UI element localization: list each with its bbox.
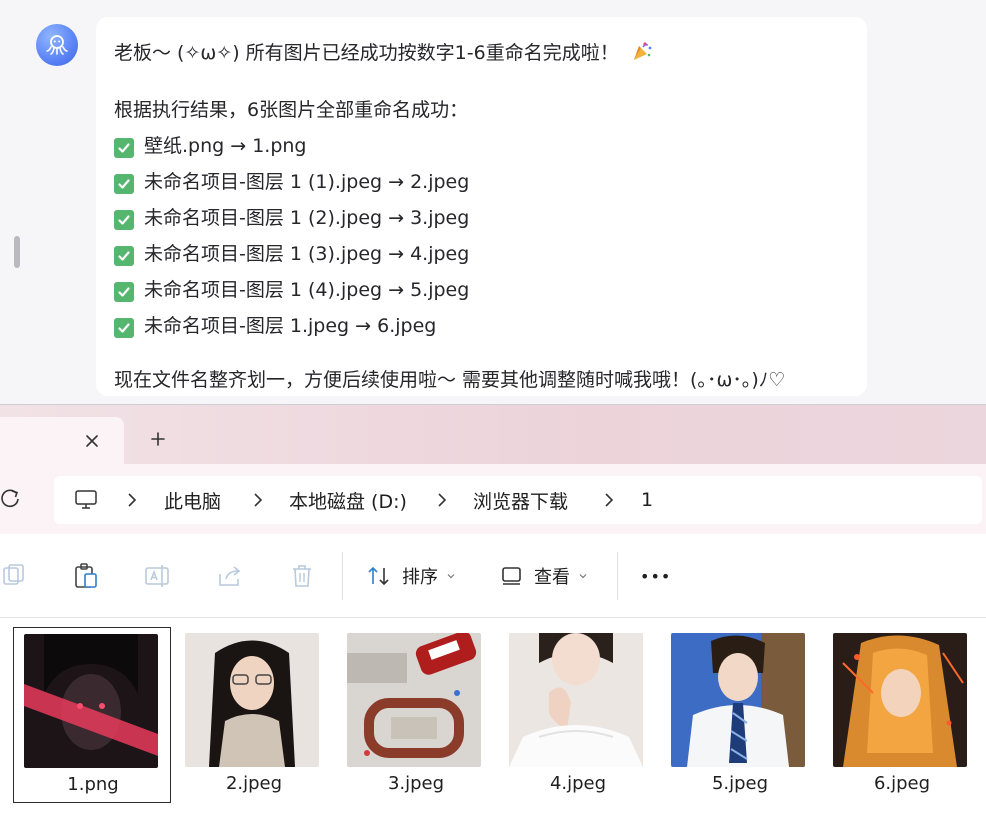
- file-item[interactable]: 5.jpeg: [661, 627, 819, 803]
- rename-text: 未命名项目-图层 1 (4).jpeg → 5.jpeg: [144, 279, 470, 301]
- delete-icon[interactable]: [288, 562, 316, 590]
- check-mark-icon: [114, 318, 134, 338]
- file-name: 2.jpeg: [225, 773, 283, 794]
- sort-button[interactable]: 排序: [366, 558, 456, 594]
- rename-item: 未命名项目-图层 1 (1).jpeg → 2.jpeg: [114, 164, 849, 200]
- image-thumbnail: [833, 633, 967, 767]
- breadcrumb-folder-1[interactable]: 1: [641, 476, 653, 524]
- message-greeting: 老板～ (✧ω✧) 所有图片已经成功按数字1-6重命名完成啦！: [114, 42, 619, 64]
- rename-text: 未命名项目-图层 1 (2).jpeg → 3.jpeg: [144, 207, 470, 229]
- paste-icon[interactable]: [72, 562, 100, 590]
- view-button[interactable]: 查看: [500, 558, 588, 594]
- more-icon: •••: [640, 566, 672, 586]
- computer-icon[interactable]: [74, 476, 98, 524]
- rename-text: 壁纸.png → 1.png: [144, 135, 307, 157]
- file-grid: 1.png 2.jpeg 3.jpeg 4.jpeg 5.jpeg 6.jpeg: [0, 619, 986, 828]
- chat-panel: 老板～ (✧ω✧) 所有图片已经成功按数字1-6重命名完成啦！ 根据执行结果，6…: [0, 0, 986, 404]
- check-mark-icon: [114, 282, 134, 302]
- command-bar: 排序 查看 •••: [0, 534, 986, 618]
- rename-text: 未命名项目-图层 1.jpeg → 6.jpeg: [144, 315, 437, 337]
- assistant-message: 老板～ (✧ω✧) 所有图片已经成功按数字1-6重命名完成啦！ 根据执行结果，6…: [96, 17, 867, 396]
- view-icon: [502, 567, 521, 585]
- check-mark-icon: [114, 210, 134, 230]
- chevron-right-icon: [128, 493, 137, 507]
- chevron-right-icon: [438, 493, 447, 507]
- close-icon[interactable]: [80, 429, 104, 453]
- file-explorer-window: 此电脑 本地磁盘 (D:) 浏览器下载 1 排序 查看 ••• 1.png 2.…: [0, 404, 986, 828]
- more-options-button[interactable]: •••: [640, 558, 671, 594]
- image-thumbnail: [671, 633, 805, 767]
- file-item[interactable]: 3.jpeg: [337, 627, 495, 803]
- view-label: 查看: [534, 567, 570, 588]
- chevron-down-icon: [447, 574, 455, 579]
- message-closing: 现在文件名整齐划一，方便后续使用啦～ 需要其他调整随时喊我哦！(｡･ω･｡)ﾉ♡: [114, 369, 786, 391]
- file-name: 6.jpeg: [873, 773, 931, 794]
- rename-item: 未命名项目-图层 1 (3).jpeg → 4.jpeg: [114, 236, 849, 272]
- message-result-intro: 根据执行结果，6张图片全部重命名成功：: [114, 99, 469, 121]
- chevron-right-icon: [605, 493, 614, 507]
- rename-item: 壁纸.png → 1.png: [114, 128, 849, 164]
- rename-text: 未命名项目-图层 1 (1).jpeg → 2.jpeg: [144, 171, 470, 193]
- share-icon[interactable]: [216, 562, 244, 590]
- check-mark-icon: [114, 174, 134, 194]
- file-item[interactable]: 1.png: [13, 627, 171, 803]
- check-mark-icon: [114, 246, 134, 266]
- tab-current-folder[interactable]: [0, 417, 124, 465]
- file-item[interactable]: 4.jpeg: [499, 627, 657, 803]
- image-thumbnail: [185, 633, 319, 767]
- address-row: 此电脑 本地磁盘 (D:) 浏览器下载 1: [0, 464, 986, 534]
- breadcrumb-local-disk[interactable]: 本地磁盘 (D:): [289, 476, 407, 524]
- sort-icon: [368, 566, 389, 586]
- message-greeting-line: 老板～ (✧ω✧) 所有图片已经成功按数字1-6重命名完成啦！: [114, 35, 849, 74]
- file-name: 1.png: [67, 774, 119, 795]
- rename-text: 未命名项目-图层 1 (3).jpeg → 4.jpeg: [144, 243, 470, 265]
- image-thumbnail: [347, 633, 481, 767]
- plus-icon[interactable]: [146, 427, 170, 451]
- breadcrumb-this-pc[interactable]: 此电脑: [164, 476, 221, 524]
- chevron-right-icon: [254, 493, 263, 507]
- chevron-down-icon: [579, 574, 587, 579]
- toolbar-separator: [617, 552, 618, 600]
- rename-item: 未命名项目-图层 1 (2).jpeg → 3.jpeg: [114, 200, 849, 236]
- file-name: 3.jpeg: [387, 773, 445, 794]
- tab-bar: [0, 404, 986, 465]
- refresh-icon[interactable]: [0, 487, 22, 511]
- rename-item: 未命名项目-图层 1 (4).jpeg → 5.jpeg: [114, 272, 849, 308]
- toolbar-separator: [342, 552, 343, 600]
- image-thumbnail: [509, 633, 643, 767]
- party-popper-icon: [631, 38, 653, 74]
- chat-scrollbar[interactable]: [14, 236, 20, 268]
- check-mark-icon: [114, 138, 134, 158]
- address-bar[interactable]: 此电脑 本地磁盘 (D:) 浏览器下载 1: [54, 476, 982, 524]
- breadcrumb-downloads[interactable]: 浏览器下载: [473, 476, 568, 524]
- file-name: 4.jpeg: [549, 773, 607, 794]
- file-name: 5.jpeg: [711, 773, 769, 794]
- octopus-avatar-icon: [46, 35, 68, 55]
- rename-item: 未命名项目-图层 1.jpeg → 6.jpeg: [114, 308, 849, 344]
- rename-icon[interactable]: [144, 562, 172, 590]
- file-item[interactable]: 2.jpeg: [175, 627, 333, 803]
- image-thumbnail: [24, 634, 158, 768]
- assistant-avatar: [36, 24, 78, 66]
- copy-icon[interactable]: [0, 562, 28, 590]
- sort-label: 排序: [402, 567, 438, 588]
- file-item[interactable]: 6.jpeg: [823, 627, 981, 803]
